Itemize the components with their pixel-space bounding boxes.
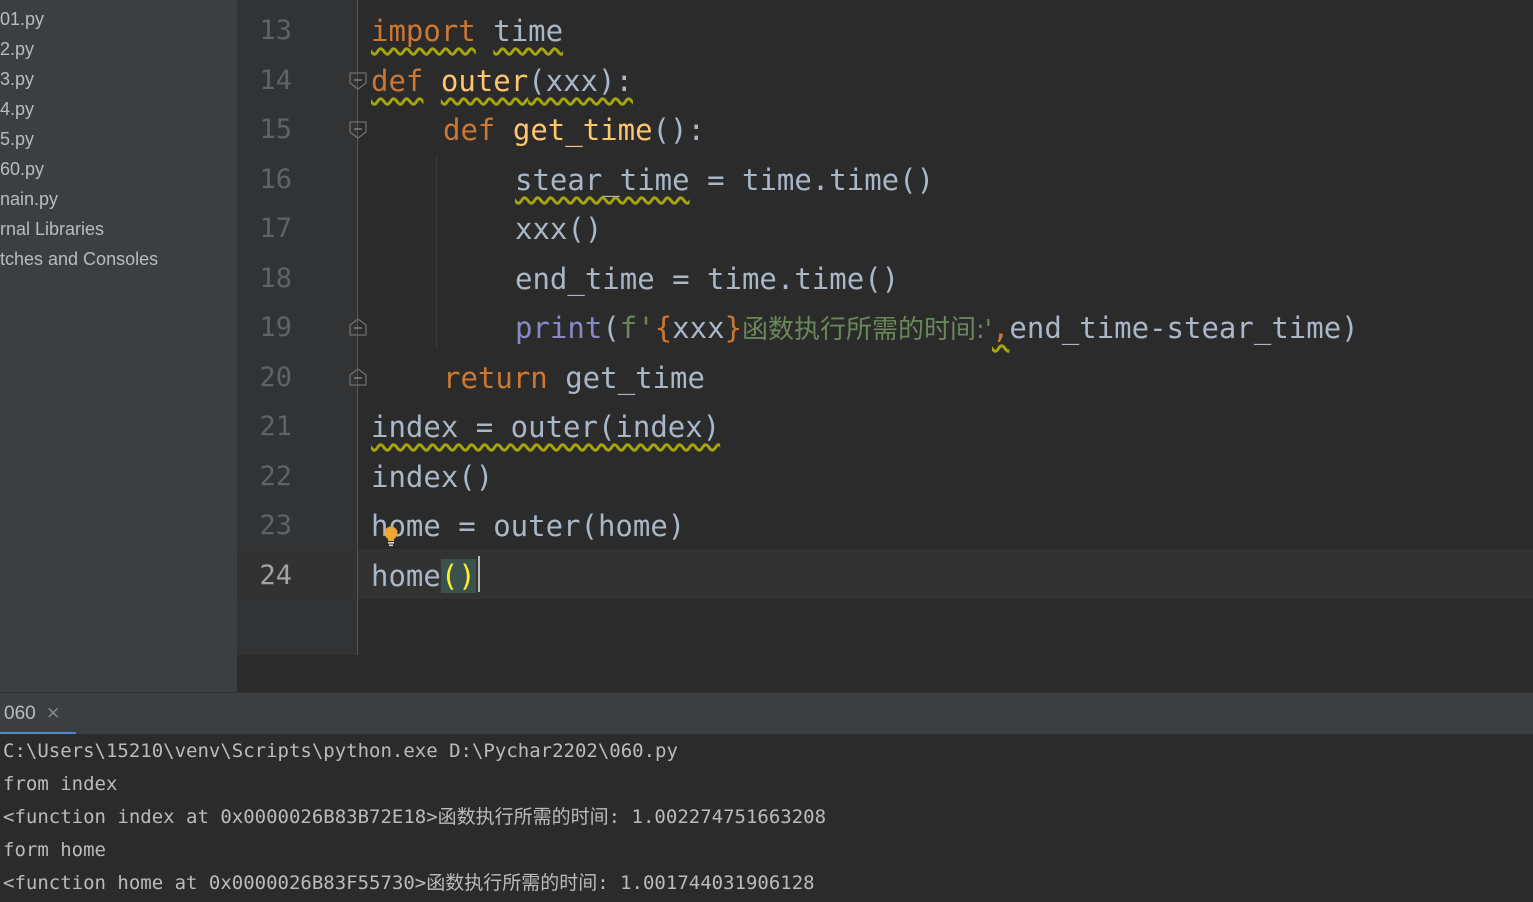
line-number: 23: [259, 510, 292, 541]
lightbulb-icon[interactable]: [383, 526, 399, 548]
tree-item-label: tches and Consoles: [0, 249, 159, 269]
tree-item-label: 01.py: [0, 9, 45, 29]
tree-item-label: 60.py: [0, 159, 45, 179]
close-icon[interactable]: ×: [46, 703, 60, 723]
console-line: <function home at 0x0000026B83F55730>函数执…: [3, 872, 815, 894]
line-number: 18: [259, 263, 292, 294]
line-number: 20: [259, 362, 292, 393]
console-line: <function index at 0x0000026B83B72E18>函数…: [3, 806, 827, 828]
console-line: form home: [3, 839, 106, 861]
run-console[interactable]: C:\Users\15210\venv\Scripts\python.exe D…: [0, 734, 1533, 902]
tree-item-scratches[interactable]: tches and Consoles: [0, 248, 158, 270]
code-text: index(): [371, 460, 494, 494]
code-line-21[interactable]: index = outer(index): [371, 402, 720, 452]
tree-item-label: nain.py: [0, 189, 59, 209]
code-text: xxx: [672, 311, 725, 345]
fstring-brace: }: [724, 311, 743, 345]
line-number: 14: [259, 65, 292, 96]
line-number: 17: [259, 213, 292, 244]
code-text: (: [602, 311, 620, 345]
code-line-19[interactable]: print(f'{xxx}函数执行所需的时间:',end_time-stear_…: [515, 303, 1359, 353]
code-text: = time.time(): [689, 163, 935, 197]
tab-run-060[interactable]: 060 ×: [0, 693, 76, 735]
keyword: def: [371, 64, 424, 98]
fold-icon[interactable]: [349, 318, 367, 336]
code-line-24[interactable]: home(): [371, 551, 476, 601]
line-number: 13: [259, 15, 292, 46]
code-text: home = outer(home): [371, 509, 686, 543]
fold-icon[interactable]: [349, 368, 367, 386]
code-text: ():: [652, 113, 705, 147]
keyword: return: [443, 361, 548, 395]
code-line-22[interactable]: index(): [371, 452, 493, 502]
console-line: C:\Users\15210\venv\Scripts\python.exe D…: [3, 740, 678, 762]
string: f': [619, 311, 655, 345]
editor-footer-area: [237, 655, 1533, 692]
line-number: 15: [259, 114, 292, 145]
keyword: import: [371, 14, 476, 48]
builtin: print: [515, 311, 603, 345]
code-line-15[interactable]: def get_time():: [443, 105, 705, 155]
fold-icon[interactable]: [349, 121, 367, 139]
fold-icon[interactable]: [349, 72, 367, 90]
string: 函数执行所需的时间:': [742, 315, 992, 345]
function-name: get_time: [512, 113, 653, 147]
tree-item-label: 4.py: [0, 99, 35, 119]
tree-item-external-libraries[interactable]: rnal Libraries: [0, 218, 104, 240]
variable: stear_time: [515, 163, 690, 197]
tree-item-01py[interactable]: 01.py: [0, 8, 44, 30]
matched-brackets: (): [440, 559, 476, 593]
text-caret: [478, 556, 480, 592]
project-tree: 01.py 2.py 3.py 4.py 5.py 60.py nain.py …: [0, 0, 237, 692]
tree-item-03py[interactable]: 3.py: [0, 68, 34, 90]
code-line-13[interactable]: import time: [371, 6, 563, 56]
code-text: time: [493, 14, 564, 48]
tree-item-label: 5.py: [0, 129, 35, 149]
code-text: end_time-stear_time): [1009, 311, 1359, 345]
console-line: from index: [3, 773, 118, 795]
fstring-brace: {: [654, 311, 673, 345]
indent-guide: [436, 155, 437, 349]
tree-item-02py[interactable]: 2.py: [0, 38, 34, 60]
line-number: 22: [259, 461, 292, 492]
code-line-16[interactable]: stear_time = time.time(): [515, 155, 934, 205]
code-text: get_time: [547, 361, 705, 395]
code-text: index = outer(index): [371, 410, 721, 444]
line-number: 16: [259, 164, 292, 195]
tree-item-060py[interactable]: 60.py: [0, 158, 44, 180]
tree-item-label: 3.py: [0, 69, 35, 89]
tree-item-05py[interactable]: 5.py: [0, 128, 34, 150]
code-line-14[interactable]: def outer(xxx):: [371, 56, 633, 106]
code-text: xxx(): [515, 212, 603, 246]
code-text: (xxx):: [528, 64, 633, 98]
code-line-17[interactable]: xxx(): [515, 204, 602, 254]
tree-item-label: 2.py: [0, 39, 35, 59]
code-line-20[interactable]: return get_time: [443, 353, 705, 403]
line-number-current: 24: [259, 560, 292, 591]
code-text: end_time = time.time(): [515, 262, 900, 296]
code-text: home: [371, 559, 441, 593]
keyword: def: [443, 113, 496, 147]
code-line-18[interactable]: end_time = time.time(): [515, 254, 899, 304]
function-name: outer: [440, 64, 529, 98]
tree-item-label: rnal Libraries: [0, 219, 105, 239]
tree-item-mainpy[interactable]: nain.py: [0, 188, 58, 210]
line-number: 21: [259, 411, 292, 442]
tree-item-04py[interactable]: 4.py: [0, 98, 34, 120]
run-tool-window-header: 060 ×: [0, 692, 1533, 735]
tab-label: 060: [4, 703, 36, 724]
code-line-23[interactable]: home = outer(home): [371, 501, 685, 551]
code-text: ,: [991, 311, 1010, 345]
line-number: 19: [259, 312, 292, 343]
